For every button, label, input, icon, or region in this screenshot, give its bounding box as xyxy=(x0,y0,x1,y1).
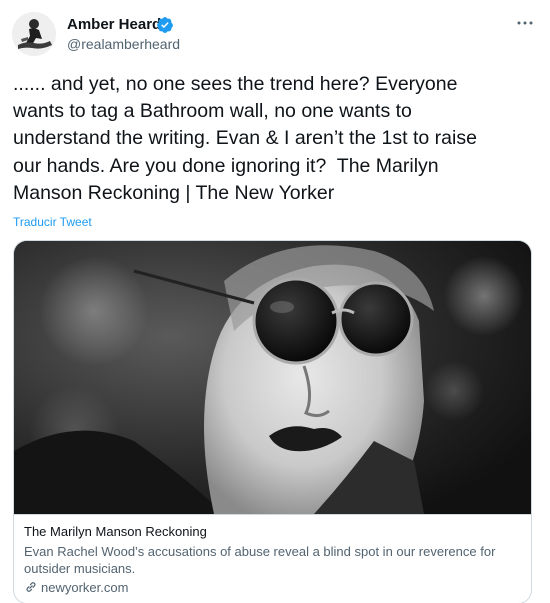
more-horizontal-icon[interactable] xyxy=(514,14,536,32)
author-display-name[interactable]: Amber Heard xyxy=(67,16,161,34)
author-avatar[interactable] xyxy=(12,12,56,56)
link-icon xyxy=(26,582,36,592)
link-preview-card[interactable]: The Marilyn Manson Reckoning Evan Rachel… xyxy=(13,240,532,603)
translate-tweet-link[interactable]: Traducir Tweet xyxy=(13,215,92,230)
tweet-text: ...... and yet, no one sees the trend he… xyxy=(13,73,477,204)
card-divider xyxy=(14,514,531,515)
profile-photo-icon xyxy=(12,12,56,56)
card-title: The Marilyn Manson Reckoning xyxy=(24,524,207,539)
card-domain: newyorker.com xyxy=(41,580,129,595)
verified-badge-icon xyxy=(157,17,173,33)
article-photo xyxy=(14,241,531,514)
author-handle[interactable]: @realamberheard xyxy=(67,36,180,53)
card-description: Evan Rachel Wood’s accusations of abuse … xyxy=(24,544,496,576)
tweet-header: Amber Heard @realamberheard xyxy=(0,0,550,60)
article-photo-icon xyxy=(14,241,531,514)
